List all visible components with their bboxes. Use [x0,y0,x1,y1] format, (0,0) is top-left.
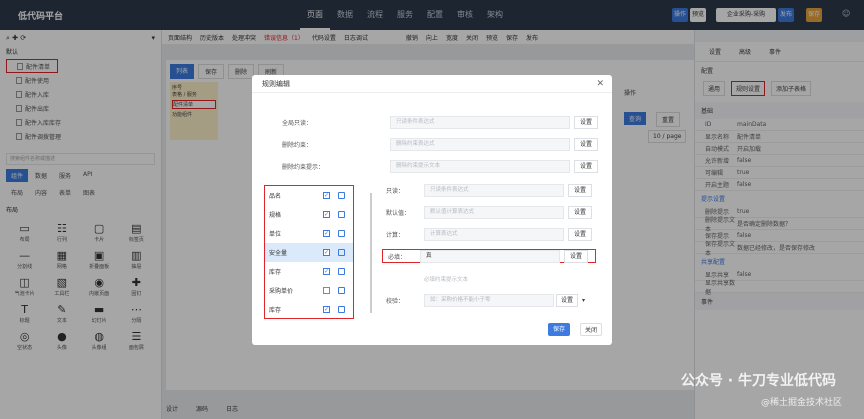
field-item[interactable]: 单位 ✓ [265,224,353,243]
field-readonly-set-button[interactable]: 设置 [568,183,592,197]
required-label: 必填： [387,253,406,261]
edit-icon[interactable] [338,192,345,199]
edit-icon[interactable] [338,249,345,256]
field-checkbox[interactable]: ✓ [323,230,330,237]
global-readonly-set-button[interactable]: 设置 [574,115,598,129]
rule-edit-dialog: 规则编辑 ✕ 全局只读： 只读条件表达式 设置 删除约束： 删除约束表达式 设置… [252,75,612,345]
edit-icon[interactable] [338,230,345,237]
required-hint-input[interactable]: 必填约束提示文本 [424,272,468,286]
field-checkbox[interactable]: ✓ [323,268,330,275]
delete-hint-input[interactable]: 删除约束提示文本 [390,159,570,173]
check-set-button[interactable]: 设置 [556,293,578,307]
field-list: 品名 ✓ 规格 ✓ 单位 ✓ 安全量 ✓ 库存 ✓ 采购单价 库存 ✓ [264,185,354,319]
watermark-title: 公众号 · 牛刀专业低代码 [680,373,836,389]
row-label: 只读： [385,187,404,195]
watermark-subtitle: @稀土掘金技术社区 [760,398,842,408]
field-item[interactable]: 安全量 ✓ [265,243,353,262]
required-input[interactable]: 真 [420,249,560,263]
check-input[interactable]: 如：采购价格不能小于零 [424,293,554,307]
row-label: 删除约束提示： [281,163,324,171]
delete-hint-set-button[interactable]: 设置 [574,159,598,173]
list-scrollbar[interactable] [370,193,372,313]
field-name: 采购单价 [269,288,294,295]
field-readonly-row: 只读： 只读条件表达式 设置 [376,183,592,197]
required-set-button[interactable]: 设置 [564,249,588,263]
delete-constraint-set-button[interactable]: 设置 [574,137,598,151]
calc-row: 计算： 计算表达式 设置 [376,227,592,241]
field-name: 规格 [269,212,282,219]
global-readonly-input[interactable]: 只读条件表达式 [390,115,570,129]
field-item[interactable]: 库存 ✓ [265,262,353,281]
field-checkbox[interactable]: ✓ [323,192,330,199]
edit-icon[interactable] [338,268,345,275]
edit-icon[interactable] [338,287,345,294]
field-name: 库存 [269,269,282,276]
delete-hint-row: 删除约束提示： 删除约束提示文本 设置 [262,159,598,173]
delete-constraint-row: 删除约束： 删除约束表达式 设置 [262,137,598,151]
row-label: 删除约束： [281,141,312,149]
row-label: 计算： [385,231,404,239]
row-label: 默认值： [385,209,410,217]
default-value-input[interactable]: 默认值计算表达式 [424,205,564,219]
check-row: 校验： 如：采购价格不能小于零 设置 ▾ [376,293,585,307]
field-item[interactable]: 采购单价 [265,281,353,300]
field-name: 品名 [269,193,282,200]
edit-icon[interactable] [338,211,345,218]
row-label: 全局只读： [281,119,312,127]
close-icon[interactable]: ✕ [596,79,604,89]
global-readonly-row: 全局只读： 只读条件表达式 设置 [262,115,598,129]
default-value-set-button[interactable]: 设置 [568,205,592,219]
field-name: 单位 [269,231,282,238]
field-checkbox[interactable]: ✓ [323,211,330,218]
delete-constraint-input[interactable]: 删除约束表达式 [390,137,570,151]
field-item[interactable]: 规格 ✓ [265,205,353,224]
field-checkbox[interactable]: ✓ [323,249,330,256]
required-row: 必填： 真 设置 [382,249,596,263]
field-item[interactable]: 库存 ✓ [265,300,353,318]
edit-icon[interactable] [338,306,345,313]
field-checkbox[interactable] [323,287,330,294]
dialog-save-button[interactable]: 保存 [548,323,570,336]
calc-set-button[interactable]: 设置 [568,227,592,241]
field-checkbox[interactable]: ✓ [323,306,330,313]
field-name: 库存 [269,307,282,314]
dialog-title: 规则编辑 [252,75,612,93]
chevron-down-icon[interactable]: ▾ [582,297,585,304]
default-value-row: 默认值： 默认值计算表达式 设置 [376,205,592,219]
calc-input[interactable]: 计算表达式 [424,227,564,241]
field-item[interactable]: 品名 ✓ [265,186,353,205]
dialog-close-button[interactable]: 关闭 [580,323,602,336]
row-label: 校验： [385,297,404,305]
field-name: 安全量 [269,250,288,257]
field-readonly-input[interactable]: 只读条件表达式 [424,183,564,197]
